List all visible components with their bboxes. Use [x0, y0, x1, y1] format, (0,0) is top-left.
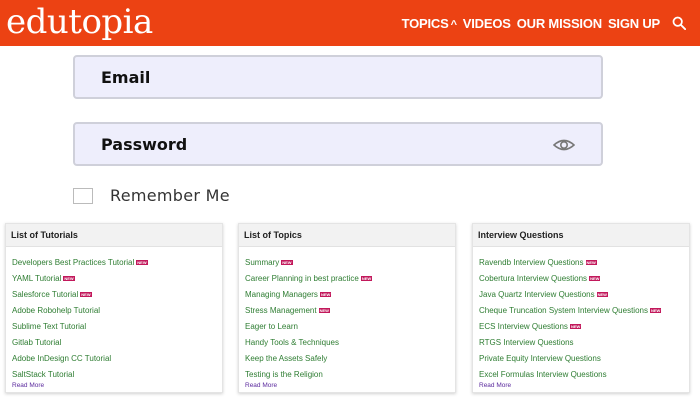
new-badge: NEW — [360, 276, 373, 282]
search-icon[interactable] — [672, 16, 686, 30]
list-item[interactable]: Adobe Robohelp Tutorial — [12, 303, 222, 319]
list-item-label: ECS Interview Questions — [479, 322, 568, 331]
read-more-link[interactable]: Read More — [245, 382, 277, 389]
list-item-label: Java Quartz Interview Questions — [479, 290, 595, 299]
list-item-label: Excel Formulas Interview Questions — [479, 370, 607, 379]
list-item[interactable]: Stress Management NEW — [245, 303, 455, 319]
list-item-label: Stress Management — [245, 306, 317, 315]
new-badge: NEW — [319, 292, 332, 298]
read-more-link[interactable]: Read More — [12, 382, 44, 389]
email-placeholder: Email — [101, 68, 151, 87]
list-item[interactable]: Developers Best Practices Tutorial NEW — [12, 255, 222, 271]
nav-videos[interactable]: VIDEOS — [463, 16, 511, 31]
list-item-label: Managing Managers — [245, 290, 318, 299]
card-title: List of Tutorials — [6, 224, 222, 247]
list-item[interactable]: RTGS Interview Questions — [479, 335, 689, 351]
list-item[interactable]: Private Equity Interview Questions — [479, 351, 689, 367]
card-topics: List of Topics Summary NEW Career Plannin… — [238, 223, 456, 393]
list-item[interactable]: Testing is the Religion — [245, 367, 455, 383]
card-tutorials: List of Tutorials Developers Best Practi… — [5, 223, 223, 393]
new-badge: NEW — [281, 260, 293, 266]
list-item-label: SaltStack Tutorial — [12, 370, 75, 379]
list-item[interactable]: Eager to Learn — [245, 319, 455, 335]
list-item-label: Cobertura Interview Questions — [479, 274, 588, 283]
card-list: Developers Best Practices Tutorial NEW YA… — [6, 247, 222, 383]
remember-me: Remember Me — [73, 186, 230, 205]
list-item[interactable]: Handy Tools & Techniques — [245, 335, 455, 351]
list-item[interactable]: Career Planning in best practice NEW — [245, 271, 455, 287]
eye-icon[interactable] — [553, 137, 575, 153]
list-item[interactable]: Cheque Truncation System Interview Quest… — [479, 303, 689, 319]
read-more-link[interactable]: Read More — [479, 382, 511, 389]
edutopia-logo[interactable]: edutopia — [6, 2, 153, 42]
main-nav: TOPICS ^ VIDEOS OUR MISSION SIGN UP — [402, 0, 686, 46]
new-badge: NEW — [569, 324, 582, 330]
list-item[interactable]: YAML Tutorial NEW — [12, 271, 222, 287]
new-badge: NEW — [80, 292, 92, 298]
list-item-label: Gitlab Tutorial — [12, 338, 62, 347]
list-item[interactable]: Excel Formulas Interview Questions — [479, 367, 689, 383]
list-item[interactable]: Cobertura Interview Questions NEW — [479, 271, 689, 287]
list-item-label: Developers Best Practices Tutorial — [12, 258, 135, 267]
list-item-label: Adobe Robohelp Tutorial — [12, 306, 101, 315]
new-badge: NEW — [585, 260, 597, 266]
list-item[interactable]: Adobe InDesign CC Tutorial — [12, 351, 222, 367]
password-field[interactable]: Password — [73, 122, 603, 166]
list-item-label: Testing is the Religion — [245, 370, 323, 379]
list-item-label: Cheque Truncation System Interview Quest… — [479, 306, 648, 315]
list-item-label: YAML Tutorial — [12, 274, 62, 283]
list-item-label: Keep the Assets Safely — [245, 354, 328, 363]
list-item[interactable]: Ravendb Interview Questions NEW — [479, 255, 689, 271]
card-list: Summary NEW Career Planning in best pract… — [239, 247, 455, 383]
list-item[interactable]: Keep the Assets Safely — [245, 351, 455, 367]
card-interview-questions: Interview Questions Ravendb Interview Qu… — [472, 223, 690, 393]
new-badge: NEW — [63, 276, 75, 282]
list-item-label: Private Equity Interview Questions — [479, 354, 601, 363]
new-badge: NEW — [596, 292, 608, 298]
list-item[interactable]: Salesforce Tutorial NEW — [12, 287, 222, 303]
remember-me-label[interactable]: Remember Me — [110, 186, 230, 205]
list-item[interactable]: Managing Managers NEW — [245, 287, 455, 303]
list-item-label: Adobe InDesign CC Tutorial — [12, 354, 112, 363]
card-list: Ravendb Interview Questions NEW Cobertura… — [473, 247, 689, 383]
list-item-label: Career Planning in best practice — [245, 274, 359, 283]
list-item[interactable]: SaltStack Tutorial — [12, 367, 222, 383]
list-item[interactable]: Sublime Text Tutorial — [12, 319, 222, 335]
top-header: edutopia TOPICS ^ VIDEOS OUR MISSION SIGN… — [0, 0, 700, 46]
list-item[interactable]: Java Quartz Interview Questions NEW — [479, 287, 689, 303]
list-item-label: Salesforce Tutorial — [12, 290, 79, 299]
new-badge: NEW — [649, 308, 662, 314]
list-item-label: Ravendb Interview Questions — [479, 258, 584, 267]
nav-sign-up[interactable]: SIGN UP — [608, 16, 660, 31]
chevron-up-icon: ^ — [450, 18, 457, 31]
nav-topics[interactable]: TOPICS ^ — [402, 16, 457, 31]
remember-me-checkbox[interactable] — [73, 187, 93, 204]
password-placeholder: Password — [101, 135, 188, 154]
list-item[interactable]: Gitlab Tutorial — [12, 335, 222, 351]
email-field[interactable]: Email — [73, 55, 603, 99]
list-item-label: Sublime Text Tutorial — [12, 322, 87, 331]
list-item-label: Summary — [245, 258, 280, 267]
list-item-label: Eager to Learn — [245, 322, 298, 331]
new-badge: NEW — [589, 276, 601, 282]
list-item[interactable]: Summary NEW — [245, 255, 455, 271]
list-item-label: Handy Tools & Techniques — [245, 338, 339, 347]
new-badge: NEW — [136, 260, 148, 266]
new-badge: NEW — [318, 308, 330, 314]
card-title: List of Topics — [239, 224, 455, 247]
nav-our-mission[interactable]: OUR MISSION — [517, 16, 602, 31]
list-item[interactable]: ECS Interview Questions NEW — [479, 319, 689, 335]
card-title: Interview Questions — [473, 224, 689, 247]
list-item-label: RTGS Interview Questions — [479, 338, 574, 347]
nav-topics-label: TOPICS — [401, 15, 449, 31]
